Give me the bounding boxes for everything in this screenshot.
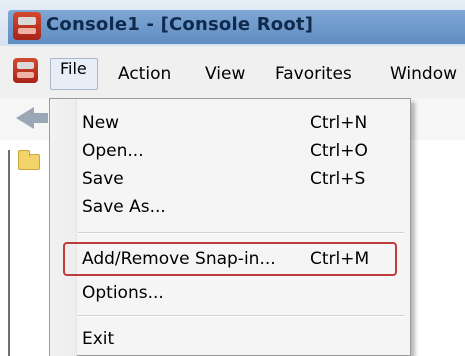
menu-separator: [78, 232, 404, 234]
menu-item-exit[interactable]: Exit: [82, 325, 114, 353]
menu-item-options[interactable]: Options...: [82, 279, 164, 307]
pane-border: [8, 150, 10, 356]
menu-favorites[interactable]: Favorites: [275, 58, 352, 90]
menu-action[interactable]: Action: [118, 58, 171, 90]
console-app-icon: [13, 12, 41, 40]
menu-window[interactable]: Window: [390, 58, 457, 90]
back-arrow-icon[interactable]: [16, 107, 34, 129]
shortcut-open: Ctrl+O: [310, 141, 368, 161]
dropdown-icon-gutter: [50, 99, 77, 356]
window-title: Console1 - [Console Root]: [46, 14, 314, 35]
menu-file[interactable]: File: [50, 58, 98, 90]
console-menu-icon[interactable]: [13, 58, 38, 83]
menu-item-open[interactable]: Open...: [82, 137, 144, 165]
shortcut-save: Ctrl+S: [310, 169, 366, 189]
folder-icon[interactable]: [18, 150, 40, 170]
menu-separator: [78, 315, 404, 317]
highlight-box: [63, 242, 397, 276]
menu-item-save-as[interactable]: Save As...: [82, 193, 166, 221]
menu-item-save[interactable]: Save: [82, 165, 124, 193]
shortcut-new: Ctrl+N: [310, 113, 368, 133]
menu-item-new[interactable]: New: [82, 109, 119, 137]
menu-view[interactable]: View: [205, 58, 245, 90]
back-arrow-icon-tail: [34, 113, 48, 123]
menu-file-label: File: [60, 59, 87, 78]
